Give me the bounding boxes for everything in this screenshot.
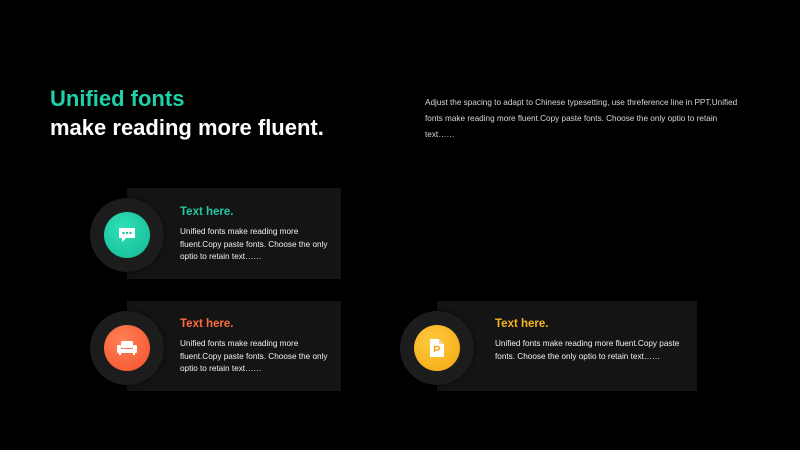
title-line-1: Unified fonts [50, 86, 185, 111]
intro-paragraph: Adjust the spacing to adapt to Chinese t… [425, 98, 738, 139]
document-icon [430, 339, 444, 357]
card-2-text: Unified fonts make reading more fluent.C… [180, 339, 328, 374]
title-line-2: make reading more fluent. [50, 115, 324, 140]
icon-circle-1 [104, 212, 150, 258]
icon-circle-3 [414, 325, 460, 371]
card-3-heading: Text here. [495, 318, 549, 330]
card-3-text: Unified fonts make reading more fluent.C… [495, 339, 680, 361]
card-1-text: Unified fonts make reading more fluent.C… [180, 227, 328, 262]
chat-bubble-icon [119, 228, 135, 242]
icon-circle-2 [104, 325, 150, 371]
slide: Unified fonts make reading more fluent. … [0, 0, 800, 450]
card-2-heading: Text here. [180, 318, 234, 330]
icon-halo-3 [400, 311, 474, 385]
icon-halo-2 [90, 311, 164, 385]
card-1-heading: Text here. [180, 206, 234, 218]
sofa-icon [117, 341, 137, 355]
icon-halo-1 [90, 198, 164, 272]
